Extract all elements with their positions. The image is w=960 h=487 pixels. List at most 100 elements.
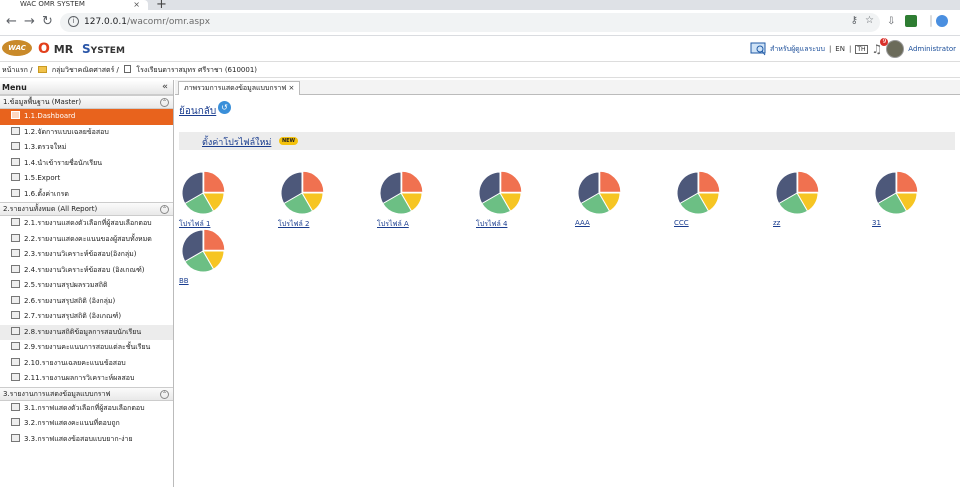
avatar[interactable] xyxy=(886,40,905,58)
sidebar-item-label: 2.4.รายงานวิเคราะห์ข้อสอบ (อิงเกณฑ์) xyxy=(24,265,145,274)
sidebar-item[interactable]: 3.2.กราฟแสดงคะแนนที่ตอบถูก xyxy=(0,416,173,432)
tab-graph-overview[interactable]: ภาพรวมการแสดงข้อมูลแบบกราฟ × xyxy=(178,81,301,95)
lang-th-button[interactable]: TH xyxy=(855,44,868,54)
reload-icon[interactable]: ↻ xyxy=(42,15,53,29)
sidebar-item[interactable]: 2.9.รายงานคะแนนการสอบแต่ละชั้นเรียน xyxy=(0,340,173,356)
collapse-group-icon[interactable]: ⌃ xyxy=(160,98,169,107)
sidebar-item-label: 1.3.ตรวจใหม่ xyxy=(24,143,67,151)
pie-slice xyxy=(500,171,523,193)
info-icon[interactable]: i xyxy=(68,16,79,27)
header-actions: สำหรับผู้ดูแลระบบ | EN | TH ♫ 9 Administr… xyxy=(750,38,956,58)
sidebar-item[interactable]: 1.5.Export xyxy=(0,171,173,187)
folder-icon xyxy=(37,66,47,73)
sidebar-item[interactable]: 2.1.รายงานแสดงตัวเลือกที่ผู้สอบเลือกตอบ xyxy=(0,216,173,232)
sidebar-item[interactable]: 2.5.รายงานสรุปผลรวมสถิติ xyxy=(0,278,173,294)
menu-item-icon xyxy=(11,402,20,411)
username[interactable]: Administrator xyxy=(908,45,956,53)
sidebar-item[interactable]: 3.3.กราฟแสดงข้อสอบแบบยาก-ง่าย xyxy=(0,432,173,448)
profile-icon[interactable] xyxy=(936,15,948,27)
profile-link[interactable]: 31 xyxy=(872,219,881,227)
sidebar-item[interactable]: 1.2.จัดการแบบเฉลยข้อสอบ xyxy=(0,125,173,141)
sidebar-item[interactable]: 1.3.ตรวจใหม่ xyxy=(0,140,173,156)
sidebar-item-label: 2.7.รายงานสรุปสถิติ (อิงเกณฑ์) xyxy=(24,312,122,320)
profile-pie-card[interactable]: CCC xyxy=(674,171,766,233)
browser-toolbar: ← → ↻ i 127.0.0.1/wacomr/omr.aspx ⚷ ☆ ⇩ xyxy=(0,10,960,36)
sidebar-title: Menu « xyxy=(0,80,173,95)
pie-slice xyxy=(896,171,919,193)
pie-slice xyxy=(401,171,424,193)
profile-link[interactable]: AAA xyxy=(575,219,590,227)
sidebar-item-label: 3.3.กราฟแสดงข้อสอบแบบยาก-ง่าย xyxy=(24,434,133,443)
sidebar-item[interactable]: 1.1.Dashboard xyxy=(0,109,173,125)
breadcrumb-home[interactable]: หน้าแรก / xyxy=(2,66,32,74)
sidebar-group-3[interactable]: 3.รายงานการแสดงข้อมูลแบบกราฟ ⌃ xyxy=(0,386,173,401)
back-refresh-icon[interactable]: ↺ xyxy=(218,101,231,114)
forward-arrow-icon[interactable]: → xyxy=(24,15,35,29)
new-profile-link[interactable]: ตั้งค่าโปรไฟล์ใหม่ xyxy=(202,135,271,149)
profile-link[interactable]: BB xyxy=(179,277,189,285)
collapse-group-icon[interactable]: ⌃ xyxy=(160,205,169,214)
wac-logo: WAC xyxy=(2,40,32,56)
profile-link[interactable]: โปรไฟล์ 2 xyxy=(278,219,309,230)
notification-bell-icon[interactable]: ♫ 9 xyxy=(872,38,889,56)
sidebar-item[interactable]: 2.11.รายงานผลการวิเคราะห์ผลสอบ xyxy=(0,371,173,387)
sidebar-item[interactable]: 2.3.รายงานวิเคราะห์ข้อสอบ(อิงกลุ่ม) xyxy=(0,247,173,263)
profile-link[interactable]: CCC xyxy=(674,219,689,227)
collapse-group-icon[interactable]: ⌃ xyxy=(160,389,169,399)
admin-monitor-icon[interactable] xyxy=(750,42,766,56)
profile-bar: ตั้งค่าโปรไฟล์ใหม่ NEW xyxy=(179,132,955,150)
sidebar-item-label: 2.8.รายงานสถิติข้อมูลการสอบนักเรียน xyxy=(24,327,142,336)
profile-link[interactable]: zz xyxy=(773,219,780,227)
profile-pie-card[interactable]: โปรไฟล์ A xyxy=(377,171,469,233)
sidebar-item[interactable]: 1.4.นำเข้ารายชื่อนักเรียน xyxy=(0,156,173,172)
profile-pie-card[interactable]: BB xyxy=(179,229,271,291)
lang-en-button[interactable]: EN xyxy=(835,45,845,53)
breadcrumb-dept[interactable]: กลุ่มวิชาคณิตศาสตร์ / xyxy=(52,66,119,74)
sidebar-item[interactable]: 2.6.รายงานสรุปสถิติ (อิงกลุ่ม) xyxy=(0,294,173,310)
star-icon[interactable]: ☆ xyxy=(865,15,874,26)
profile-pie-icon xyxy=(577,171,622,215)
app-title: O MR SYSTEM xyxy=(38,41,125,57)
extension-icon[interactable] xyxy=(905,15,917,27)
toolbar-separator xyxy=(930,15,932,27)
menu-item-icon xyxy=(11,126,20,135)
sidebar-item[interactable]: 2.7.รายงานสรุปสถิติ (อิงเกณฑ์) xyxy=(0,309,173,325)
profile-link[interactable]: โปรไฟล์ A xyxy=(377,219,409,230)
profile-pie-card[interactable]: โปรไฟล์ 4 xyxy=(476,171,568,233)
sidebar-item-label: 2.3.รายงานวิเคราะห์ข้อสอบ(อิงกลุ่ม) xyxy=(24,250,137,258)
profile-pie-card[interactable]: โปรไฟล์ 1 xyxy=(179,171,271,233)
menu-item-icon xyxy=(11,433,20,442)
sidebar: Menu « 1.ข้อมูลพื้นฐาน (Master) ⌃ 1.1.Dash… xyxy=(0,80,174,487)
profile-link[interactable]: โปรไฟล์ 4 xyxy=(476,219,507,230)
sidebar-item[interactable]: 2.2.รายงานแสดงคะแนนของผู้สอบทั้งหมด xyxy=(0,232,173,248)
sidebar-item-label: 2.5.รายงานสรุปผลรวมสถิติ xyxy=(24,281,108,289)
address-bar[interactable]: i 127.0.0.1/wacomr/omr.aspx ⚷ ☆ xyxy=(60,13,880,32)
profile-pie-card[interactable]: 31 xyxy=(872,171,960,233)
sidebar-item-label: 2.1.รายงานแสดงตัวเลือกที่ผู้สอบเลือกตอบ xyxy=(24,219,152,227)
sidebar-item[interactable]: 2.4.รายงานวิเคราะห์ข้อสอบ (อิงเกณฑ์) xyxy=(0,263,173,279)
sidebar-item[interactable]: 2.8.รายงานสถิติข้อมูลการสอบนักเรียน xyxy=(0,324,173,340)
back-arrow-icon[interactable]: ← xyxy=(6,15,17,29)
admin-link[interactable]: สำหรับผู้ดูแลระบบ xyxy=(770,44,825,55)
menu-item-icon xyxy=(11,295,20,304)
profile-pie-card[interactable]: zz xyxy=(773,171,865,233)
menu-item-icon xyxy=(11,373,20,381)
sidebar-group-1[interactable]: 1.ข้อมูลพื้นฐาน (Master) ⌃ xyxy=(0,95,173,109)
download-icon[interactable]: ⇩ xyxy=(887,16,895,27)
sidebar-item[interactable]: 2.10.รายงานเฉลยคะแนนข้อสอบ xyxy=(0,356,173,372)
sidebar-item[interactable]: 1.6.ตั้งค่าเกรด xyxy=(0,187,173,203)
sidebar-item-label: 2.2.รายงานแสดงคะแนนของผู้สอบทั้งหมด xyxy=(24,234,152,243)
key-icon[interactable]: ⚷ xyxy=(851,15,858,26)
sidebar-group-2[interactable]: 2.รายงานทั้งหมด (All Report) ⌃ xyxy=(0,202,173,216)
profile-pie-icon xyxy=(181,171,226,215)
back-link[interactable]: ย้อนกลับ xyxy=(179,104,216,119)
app-header: WAC O MR SYSTEM สำหรับผู้ดูแลระบบ | EN |… xyxy=(0,36,960,62)
sidebar-item[interactable]: 3.1.กราฟแสดงตัวเลือกที่ผู้สอบเลือกตอบ xyxy=(0,401,173,417)
browser-tab[interactable]: WAC OMR SYSTEM × xyxy=(0,0,148,10)
pie-slice xyxy=(599,171,622,193)
close-tab-icon[interactable]: × xyxy=(133,0,140,9)
profile-pie-card[interactable]: AAA xyxy=(575,171,667,233)
sidebar-item-label: 1.2.จัดการแบบเฉลยข้อสอบ xyxy=(24,127,109,136)
collapse-sidebar-icon[interactable]: « xyxy=(162,80,168,95)
profile-pie-card[interactable]: โปรไฟล์ 2 xyxy=(278,171,370,233)
